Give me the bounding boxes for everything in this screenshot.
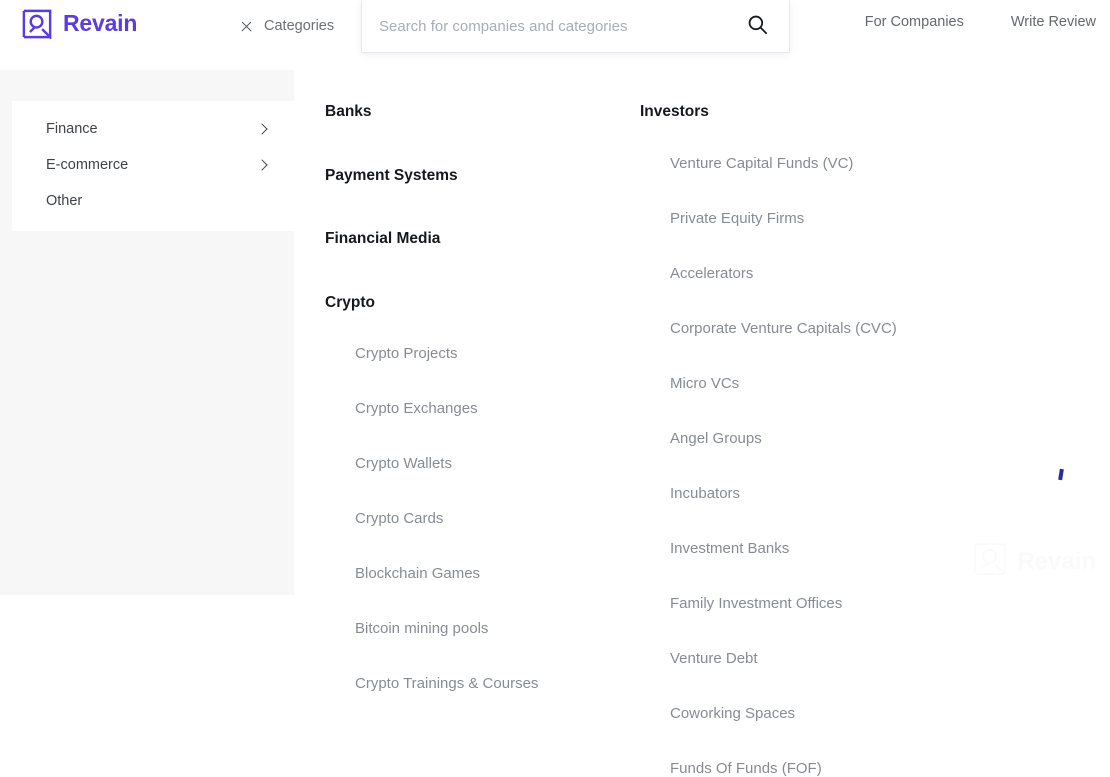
categories-mega-menu: Finance E-commerce Other Banks Payment S… bbox=[0, 52, 1110, 595]
spacer bbox=[640, 281, 970, 321]
spacer bbox=[640, 336, 970, 376]
spacer bbox=[325, 416, 605, 456]
categories-toggle-button[interactable]: Categories bbox=[240, 14, 334, 38]
spacer bbox=[325, 636, 605, 676]
spacer bbox=[325, 247, 605, 295]
search-bar bbox=[362, 0, 789, 52]
spacer bbox=[640, 226, 970, 266]
category-item-corporate-venture-capitals[interactable]: Corporate Venture Capitals (CVC) bbox=[640, 321, 970, 336]
category-group-payment-systems[interactable]: Payment Systems bbox=[325, 168, 605, 184]
category-item-crypto-wallets[interactable]: Crypto Wallets bbox=[325, 456, 605, 471]
sidebar-item-finance[interactable]: Finance bbox=[12, 111, 294, 147]
category-item-angel-groups[interactable]: Angel Groups bbox=[640, 431, 970, 446]
spacer bbox=[640, 171, 970, 211]
spacer bbox=[325, 310, 605, 346]
spacer bbox=[325, 183, 605, 231]
category-item-crypto-exchanges[interactable]: Crypto Exchanges bbox=[325, 401, 605, 416]
revain-logo-icon bbox=[22, 9, 52, 39]
category-group-crypto[interactable]: Crypto bbox=[325, 295, 605, 311]
category-group-banks[interactable]: Banks bbox=[325, 104, 605, 120]
site-header: Revain Categories For Companies Write Re… bbox=[0, 0, 1110, 52]
category-item-bitcoin-mining-pools[interactable]: Bitcoin mining pools bbox=[325, 621, 605, 636]
category-item-incubators[interactable]: Incubators bbox=[640, 486, 970, 501]
brand-logo-link[interactable]: Revain bbox=[22, 9, 137, 39]
spacer bbox=[640, 556, 970, 596]
chevron-right-icon bbox=[256, 123, 267, 134]
spacer bbox=[640, 446, 970, 486]
spacer bbox=[325, 120, 605, 168]
sidebar-item-e-commerce[interactable]: E-commerce bbox=[12, 147, 294, 183]
search-submit-button[interactable] bbox=[725, 0, 789, 52]
category-item-coworking-spaces[interactable]: Coworking Spaces bbox=[640, 706, 970, 721]
sidebar-item-label: Finance bbox=[46, 122, 98, 137]
categories-toggle-label: Categories bbox=[264, 19, 334, 34]
categories-sidebar-card: Finance E-commerce Other bbox=[12, 101, 294, 231]
close-x-icon bbox=[240, 20, 253, 33]
spacer bbox=[325, 471, 605, 511]
category-item-micro-vcs[interactable]: Micro VCs bbox=[640, 376, 970, 391]
chevron-right-icon bbox=[256, 159, 267, 170]
category-item-venture-capital-funds[interactable]: Venture Capital Funds (VC) bbox=[640, 156, 970, 171]
category-item-investment-banks[interactable]: Investment Banks bbox=[640, 541, 970, 556]
category-item-crypto-cards[interactable]: Crypto Cards bbox=[325, 511, 605, 526]
spacer bbox=[325, 526, 605, 566]
spacer bbox=[640, 666, 970, 706]
spacer bbox=[325, 361, 605, 401]
header-nav-links: For Companies Write Review bbox=[865, 15, 1096, 30]
header-link-for-companies[interactable]: For Companies bbox=[865, 15, 964, 30]
categories-column-1: Banks Payment Systems Financial Media Cr… bbox=[325, 104, 605, 691]
sidebar-item-label: E-commerce bbox=[46, 158, 128, 173]
spacer bbox=[325, 581, 605, 621]
category-group-financial-media[interactable]: Financial Media bbox=[325, 231, 605, 247]
category-item-private-equity-firms[interactable]: Private Equity Firms bbox=[640, 211, 970, 226]
spacer bbox=[640, 611, 970, 651]
category-item-crypto-projects[interactable]: Crypto Projects bbox=[325, 346, 605, 361]
categories-sidebar: Finance E-commerce Other bbox=[0, 70, 294, 595]
sidebar-item-label: Other bbox=[46, 194, 82, 209]
categories-columns: Banks Payment Systems Financial Media Cr… bbox=[294, 52, 1110, 595]
spacer bbox=[640, 391, 970, 431]
search-input[interactable] bbox=[362, 0, 725, 52]
category-group-investors[interactable]: Investors bbox=[640, 104, 970, 120]
header-link-write-review[interactable]: Write Review bbox=[1011, 15, 1096, 30]
sidebar-item-other[interactable]: Other bbox=[12, 183, 294, 219]
brand-name: Revain bbox=[63, 12, 137, 37]
category-item-family-investment-offices[interactable]: Family Investment Offices bbox=[640, 596, 970, 611]
category-item-venture-debt[interactable]: Venture Debt bbox=[640, 651, 970, 666]
category-item-crypto-trainings-courses[interactable]: Crypto Trainings & Courses bbox=[325, 676, 605, 691]
spacer bbox=[640, 721, 970, 761]
search-icon bbox=[747, 14, 768, 38]
category-item-blockchain-games[interactable]: Blockchain Games bbox=[325, 566, 605, 581]
category-item-funds-of-funds[interactable]: Funds Of Funds (FOF) bbox=[640, 761, 970, 776]
category-item-accelerators[interactable]: Accelerators bbox=[640, 266, 970, 281]
spacer bbox=[640, 120, 970, 156]
spacer bbox=[640, 501, 970, 541]
categories-column-2: Investors Venture Capital Funds (VC) Pri… bbox=[640, 104, 970, 776]
